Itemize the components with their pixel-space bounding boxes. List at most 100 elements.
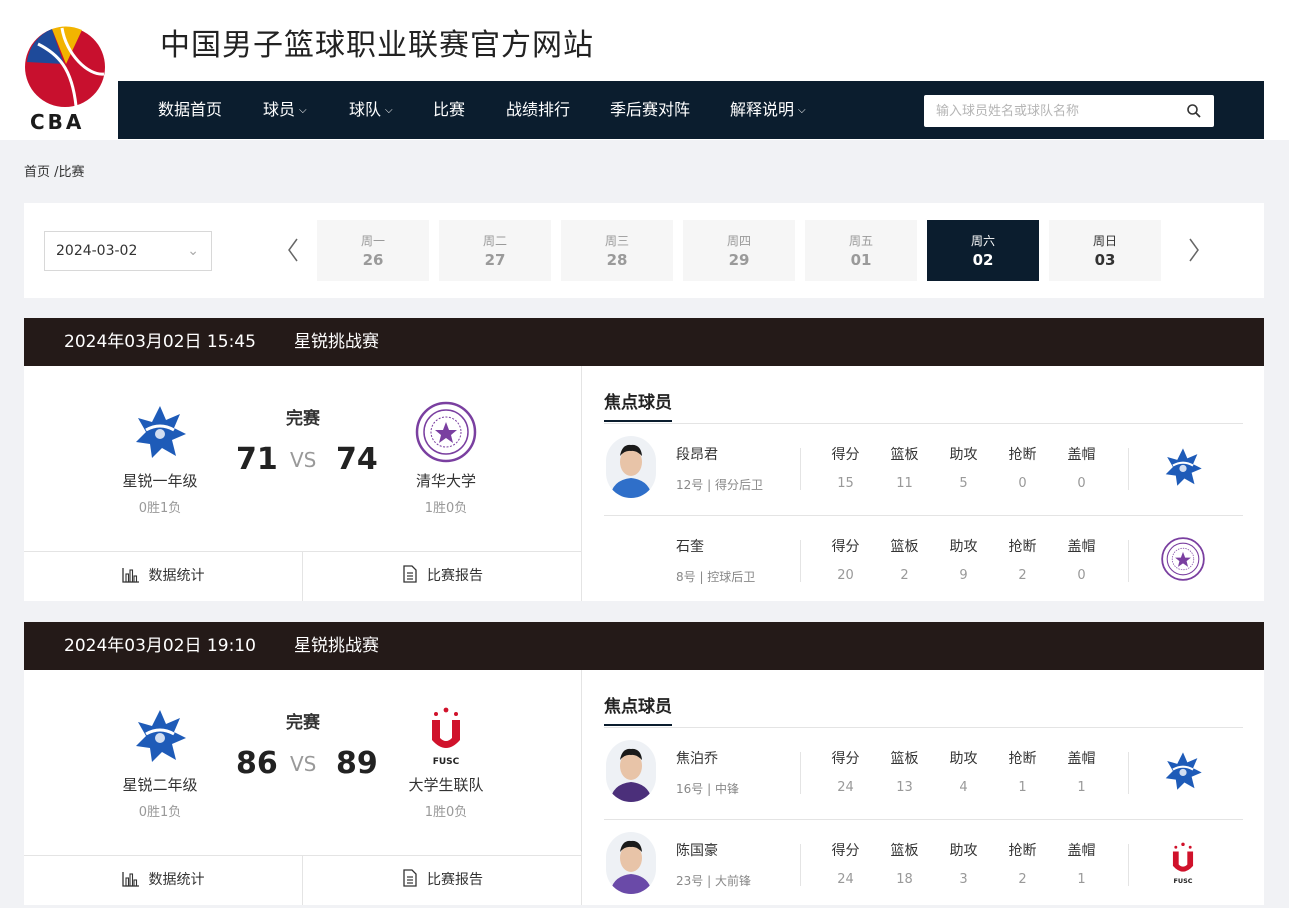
bar-chart-icon <box>121 568 139 583</box>
player-avatar <box>606 832 656 894</box>
game-event: 星锐挑战赛 <box>294 332 379 352</box>
stat-label: 得分 <box>831 751 860 767</box>
player-stat: 篮板 18 <box>875 840 934 887</box>
team-name: 星锐一年级 <box>122 472 198 490</box>
game-actions: 数据统计 比赛报告 <box>24 551 582 601</box>
nav-item-standings[interactable]: 战绩排行 <box>506 81 570 139</box>
game-header: 2024年03月02日 19:10 星锐挑战赛 <box>24 622 1264 670</box>
next-week-arrow-icon[interactable] <box>1187 237 1201 263</box>
game-header: 2024年03月02日 15:45 星锐挑战赛 <box>24 318 1264 366</box>
nav-item-players[interactable]: 球员 ⌵ <box>263 81 307 139</box>
game-score-panel: 星锐二年级 0胜1负 完赛 86 VS 89 FUSC 大学生联队 1胜0负 数… <box>24 670 582 905</box>
nav-item-label: 战绩排行 <box>506 100 571 119</box>
player-row[interactable]: 焦泊乔 16号 | 中锋 得分 24 篮板 13 助攻 4 抢断 1 盖帽 1 <box>604 730 1243 820</box>
nav-item-data-home[interactable]: 数据首页 <box>158 81 222 139</box>
chevron-down-icon: ⌄ <box>187 243 199 259</box>
document-icon <box>403 565 417 583</box>
away-team[interactable]: FUSC 大学生联队 1胜0负 <box>376 704 516 820</box>
allstar-logo-icon <box>1160 748 1206 794</box>
divider <box>604 423 1243 424</box>
stat-label: 得分 <box>831 447 860 463</box>
team-name: 大学生联队 <box>408 776 484 794</box>
player-stat: 抢断 0 <box>993 444 1052 491</box>
team-record: 1胜0负 <box>424 501 468 516</box>
stat-value: 0 <box>1077 568 1086 583</box>
player-stat: 得分 24 <box>816 748 875 795</box>
stat-value: 18 <box>896 872 913 887</box>
stats-button[interactable]: 数据统计 <box>24 552 303 601</box>
player-row[interactable]: 段昂君 12号 | 得分后卫 得分 15 篮板 11 助攻 5 抢断 0 盖帽 0 <box>604 426 1243 516</box>
stat-label: 盖帽 <box>1067 539 1096 555</box>
player-row[interactable]: 石奎 8号 | 控球后卫 得分 20 篮板 2 助攻 9 抢断 2 盖帽 0 <box>604 518 1243 608</box>
day-number: 26 <box>362 251 384 269</box>
game-card: 星锐二年级 0胜1负 完赛 86 VS 89 FUSC 大学生联队 1胜0负 数… <box>24 670 1264 905</box>
day-sun[interactable]: 周日 03 <box>1049 220 1161 281</box>
focus-players-title: 焦点球员 <box>604 692 672 726</box>
nav-item-label: 球队 <box>349 100 382 119</box>
day-thu[interactable]: 周四 29 <box>683 220 795 281</box>
divider <box>1128 752 1129 794</box>
divider <box>800 448 801 490</box>
nav-item-playoffs[interactable]: 季后赛对阵 <box>610 81 690 139</box>
player-avatar <box>606 740 656 802</box>
fusc-logo-icon: FUSC <box>414 704 478 768</box>
stat-label: 抢断 <box>1008 447 1037 463</box>
home-score: 71 <box>236 442 278 477</box>
stat-label: 助攻 <box>949 751 978 767</box>
stats-button-label: 数据统计 <box>148 872 205 888</box>
nav-item-games[interactable]: 比赛 <box>433 81 465 139</box>
nav-item-label: 季后赛对阵 <box>610 100 691 119</box>
search-input[interactable] <box>924 95 1174 127</box>
stat-label: 抢断 <box>1008 751 1037 767</box>
day-mon[interactable]: 周一 26 <box>317 220 429 281</box>
stat-value: 9 <box>959 568 968 583</box>
game-score-panel: 星锐一年级 0胜1负 完赛 71 VS 74 清华大学 1胜0负 数据统计 比赛… <box>24 366 582 601</box>
stat-label: 篮板 <box>890 843 919 859</box>
player-name: 焦泊乔 <box>676 751 718 767</box>
day-fri[interactable]: 周五 01 <box>805 220 917 281</box>
date-picker[interactable]: 2024-03-02 ⌄ <box>44 231 212 271</box>
date-picker-value: 2024-03-02 <box>56 243 138 259</box>
nav-item-label: 球员 <box>263 100 296 119</box>
search-box <box>924 95 1214 127</box>
document-icon <box>403 869 417 887</box>
stat-value: 11 <box>896 476 913 491</box>
player-row[interactable]: 陈国豪 23号 | 大前锋 得分 24 篮板 18 助攻 3 抢断 2 盖帽 1 FUSC <box>604 822 1243 908</box>
stat-value: 2 <box>900 568 909 583</box>
player-name: 段昂君 <box>676 447 718 463</box>
player-stat: 助攻 4 <box>934 748 993 795</box>
vs-label: VS <box>290 448 317 472</box>
report-button[interactable]: 比赛报告 <box>303 856 582 905</box>
report-button[interactable]: 比赛报告 <box>303 552 582 601</box>
search-icon[interactable] <box>1186 103 1202 119</box>
stat-value: 4 <box>959 780 968 795</box>
team-record: 0胜1负 <box>138 805 182 820</box>
stat-value: 1 <box>1018 780 1027 795</box>
day-tue[interactable]: 周二 27 <box>439 220 551 281</box>
player-stat: 助攻 3 <box>934 840 993 887</box>
stat-label: 抢断 <box>1008 843 1037 859</box>
day-number: 01 <box>850 251 872 269</box>
away-team[interactable]: 清华大学 1胜0负 <box>376 400 516 516</box>
stats-button[interactable]: 数据统计 <box>24 856 303 905</box>
home-score: 86 <box>236 746 278 781</box>
day-wed[interactable]: 周三 28 <box>561 220 673 281</box>
report-button-label: 比赛报告 <box>427 568 483 584</box>
tsinghua-logo-icon <box>414 400 478 464</box>
nav-item-teams[interactable]: 球队 ⌵ <box>349 81 393 139</box>
day-sat[interactable]: 周六 02 <box>927 220 1039 281</box>
main-nav: 数据首页 球员 ⌵ 球队 ⌵ 比赛 战绩排行 季后赛对阵 解释说明 ⌵ <box>118 81 1264 139</box>
divider <box>800 844 801 886</box>
prev-week-arrow-icon[interactable] <box>286 237 300 263</box>
game-event: 星锐挑战赛 <box>294 636 379 656</box>
day-weekday: 周六 <box>970 234 995 248</box>
nav-item-explanations[interactable]: 解释说明 ⌵ <box>730 81 806 139</box>
stat-label: 篮板 <box>890 447 919 463</box>
fusc-logo-icon: FUSC <box>1160 840 1206 886</box>
breadcrumb-home[interactable]: 首页 <box>24 165 50 180</box>
day-weekday: 周三 <box>604 234 629 248</box>
day-number: 28 <box>606 251 628 269</box>
player-stat: 篮板 2 <box>875 536 934 583</box>
site-title: 中国男子篮球职业联赛官方网站 <box>160 28 594 63</box>
nav-item-label: 数据首页 <box>158 100 223 119</box>
